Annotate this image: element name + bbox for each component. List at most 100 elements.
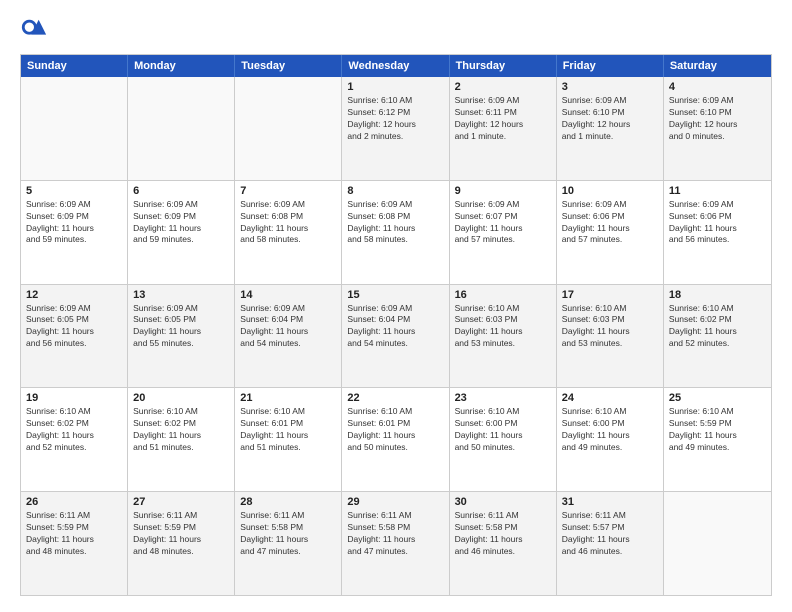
day-info: Sunrise: 6:09 AM Sunset: 6:05 PM Dayligh…: [26, 303, 122, 351]
day-number: 21: [240, 392, 336, 404]
calendar-cell: 27Sunrise: 6:11 AM Sunset: 5:59 PM Dayli…: [128, 492, 235, 595]
calendar-cell: 20 Sunrise: 6:10 AM Sunset: 6:02 PM Dayli…: [128, 388, 235, 491]
day-number: 1: [347, 81, 443, 93]
calendar-cell: 22 Sunrise: 6:10 AM Sunset: 6:01 PM Dayli…: [342, 388, 449, 491]
day-number: 13: [133, 289, 229, 301]
day-info: Sunrise: 6:09 AM Sunset: 6:08 PM Dayligh…: [240, 199, 336, 247]
day-number: 22: [347, 392, 443, 404]
day-info: Sunrise: 6:09 AM Sunset: 6:06 PM Dayligh…: [562, 199, 658, 247]
day-number: 25: [669, 392, 766, 404]
calendar-cell: [664, 492, 771, 595]
calendar-cell: [235, 77, 342, 180]
day-info: Sunrise: 6:11 AM Sunset: 5:59 PM Dayligh…: [26, 510, 122, 558]
day-info: Sunrise: 6:10 AM Sunset: 6:01 PM Dayligh…: [240, 406, 336, 454]
calendar-cell: 4 Sunrise: 6:09 AM Sunset: 6:10 PM Daylig…: [664, 77, 771, 180]
calendar-cell: 26 Sunrise: 6:11 AM Sunset: 5:59 PM Dayli…: [21, 492, 128, 595]
calendar-header-cell: Wednesday: [342, 55, 449, 77]
calendar-header-cell: Monday: [128, 55, 235, 77]
calendar-cell: [21, 77, 128, 180]
day-number: 18: [669, 289, 766, 301]
day-number: 2: [455, 81, 551, 93]
calendar-cell: 9 Sunrise: 6:09 AM Sunset: 6:07 PM Daylig…: [450, 181, 557, 284]
day-info: Sunrise: 6:09 AM Sunset: 6:08 PM Dayligh…: [347, 199, 443, 247]
calendar-header-cell: Tuesday: [235, 55, 342, 77]
day-number: 19: [26, 392, 122, 404]
calendar-cell: 7 Sunrise: 6:09 AM Sunset: 6:08 PM Daylig…: [235, 181, 342, 284]
calendar-cell: 1 Sunrise: 6:10 AM Sunset: 6:12 PM Daylig…: [342, 77, 449, 180]
calendar-header-cell: Saturday: [664, 55, 771, 77]
logo: [20, 16, 52, 44]
day-number: 7: [240, 185, 336, 197]
day-info: Sunrise: 6:09 AM Sunset: 6:10 PM Dayligh…: [562, 95, 658, 143]
day-info: Sunrise: 6:09 AM Sunset: 6:09 PM Dayligh…: [133, 199, 229, 247]
calendar-cell: 8 Sunrise: 6:09 AM Sunset: 6:08 PM Daylig…: [342, 181, 449, 284]
calendar-cell: 31Sunrise: 6:11 AM Sunset: 5:57 PM Dayli…: [557, 492, 664, 595]
day-number: 24: [562, 392, 658, 404]
day-number: 3: [562, 81, 658, 93]
day-info: Sunrise: 6:10 AM Sunset: 6:00 PM Dayligh…: [562, 406, 658, 454]
day-number: 20: [133, 392, 229, 404]
day-number: 14: [240, 289, 336, 301]
day-info: Sunrise: 6:11 AM Sunset: 5:58 PM Dayligh…: [347, 510, 443, 558]
calendar-cell: 24 Sunrise: 6:10 AM Sunset: 6:00 PM Dayli…: [557, 388, 664, 491]
day-info: Sunrise: 6:09 AM Sunset: 6:07 PM Dayligh…: [455, 199, 551, 247]
calendar-row: 19 Sunrise: 6:10 AM Sunset: 6:02 PM Dayli…: [21, 388, 771, 492]
calendar-cell: 25 Sunrise: 6:10 AM Sunset: 5:59 PM Dayli…: [664, 388, 771, 491]
day-info: Sunrise: 6:09 AM Sunset: 6:09 PM Dayligh…: [26, 199, 122, 247]
day-number: 17: [562, 289, 658, 301]
day-number: 26: [26, 496, 122, 508]
day-info: Sunrise: 6:10 AM Sunset: 6:02 PM Dayligh…: [26, 406, 122, 454]
calendar-cell: 12 Sunrise: 6:09 AM Sunset: 6:05 PM Dayli…: [21, 285, 128, 388]
day-number: 12: [26, 289, 122, 301]
calendar-row: 12 Sunrise: 6:09 AM Sunset: 6:05 PM Dayli…: [21, 285, 771, 389]
calendar-row: 5 Sunrise: 6:09 AM Sunset: 6:09 PM Daylig…: [21, 181, 771, 285]
calendar-header-cell: Sunday: [21, 55, 128, 77]
day-info: Sunrise: 6:09 AM Sunset: 6:10 PM Dayligh…: [669, 95, 766, 143]
day-info: Sunrise: 6:09 AM Sunset: 6:05 PM Dayligh…: [133, 303, 229, 351]
calendar-cell: 17 Sunrise: 6:10 AM Sunset: 6:03 PM Dayli…: [557, 285, 664, 388]
day-info: Sunrise: 6:09 AM Sunset: 6:06 PM Dayligh…: [669, 199, 766, 247]
calendar-cell: 30Sunrise: 6:11 AM Sunset: 5:58 PM Dayli…: [450, 492, 557, 595]
day-number: 6: [133, 185, 229, 197]
calendar-row: 1 Sunrise: 6:10 AM Sunset: 6:12 PM Daylig…: [21, 77, 771, 181]
day-info: Sunrise: 6:11 AM Sunset: 5:58 PM Dayligh…: [455, 510, 551, 558]
logo-icon: [20, 16, 48, 44]
header: [20, 16, 772, 44]
day-info: Sunrise: 6:09 AM Sunset: 6:11 PM Dayligh…: [455, 95, 551, 143]
day-number: 8: [347, 185, 443, 197]
day-info: Sunrise: 6:10 AM Sunset: 6:03 PM Dayligh…: [562, 303, 658, 351]
calendar-cell: 2 Sunrise: 6:09 AM Sunset: 6:11 PM Daylig…: [450, 77, 557, 180]
calendar-header: SundayMondayTuesdayWednesdayThursdayFrid…: [21, 55, 771, 77]
day-info: Sunrise: 6:10 AM Sunset: 6:02 PM Dayligh…: [133, 406, 229, 454]
day-info: Sunrise: 6:10 AM Sunset: 6:12 PM Dayligh…: [347, 95, 443, 143]
calendar-header-cell: Thursday: [450, 55, 557, 77]
day-number: 11: [669, 185, 766, 197]
day-info: Sunrise: 6:10 AM Sunset: 5:59 PM Dayligh…: [669, 406, 766, 454]
calendar: SundayMondayTuesdayWednesdayThursdayFrid…: [20, 54, 772, 596]
day-number: 15: [347, 289, 443, 301]
day-info: Sunrise: 6:10 AM Sunset: 6:03 PM Dayligh…: [455, 303, 551, 351]
calendar-cell: 3 Sunrise: 6:09 AM Sunset: 6:10 PM Daylig…: [557, 77, 664, 180]
calendar-cell: 19 Sunrise: 6:10 AM Sunset: 6:02 PM Dayli…: [21, 388, 128, 491]
calendar-cell: 14Sunrise: 6:09 AM Sunset: 6:04 PM Dayli…: [235, 285, 342, 388]
page: SundayMondayTuesdayWednesdayThursdayFrid…: [0, 0, 792, 612]
day-info: Sunrise: 6:10 AM Sunset: 6:02 PM Dayligh…: [669, 303, 766, 351]
day-number: 4: [669, 81, 766, 93]
day-number: 23: [455, 392, 551, 404]
day-number: 27: [133, 496, 229, 508]
day-info: Sunrise: 6:11 AM Sunset: 5:57 PM Dayligh…: [562, 510, 658, 558]
calendar-cell: [128, 77, 235, 180]
day-info: Sunrise: 6:10 AM Sunset: 6:01 PM Dayligh…: [347, 406, 443, 454]
calendar-cell: 11 Sunrise: 6:09 AM Sunset: 6:06 PM Dayli…: [664, 181, 771, 284]
calendar-header-cell: Friday: [557, 55, 664, 77]
calendar-row: 26 Sunrise: 6:11 AM Sunset: 5:59 PM Dayli…: [21, 492, 771, 595]
calendar-cell: 16Sunrise: 6:10 AM Sunset: 6:03 PM Dayli…: [450, 285, 557, 388]
day-info: Sunrise: 6:10 AM Sunset: 6:00 PM Dayligh…: [455, 406, 551, 454]
day-number: 9: [455, 185, 551, 197]
calendar-cell: 6 Sunrise: 6:09 AM Sunset: 6:09 PM Daylig…: [128, 181, 235, 284]
day-number: 5: [26, 185, 122, 197]
calendar-cell: 18 Sunrise: 6:10 AM Sunset: 6:02 PM Dayli…: [664, 285, 771, 388]
day-info: Sunrise: 6:09 AM Sunset: 6:04 PM Dayligh…: [347, 303, 443, 351]
calendar-cell: 21 Sunrise: 6:10 AM Sunset: 6:01 PM Dayli…: [235, 388, 342, 491]
day-number: 29: [347, 496, 443, 508]
